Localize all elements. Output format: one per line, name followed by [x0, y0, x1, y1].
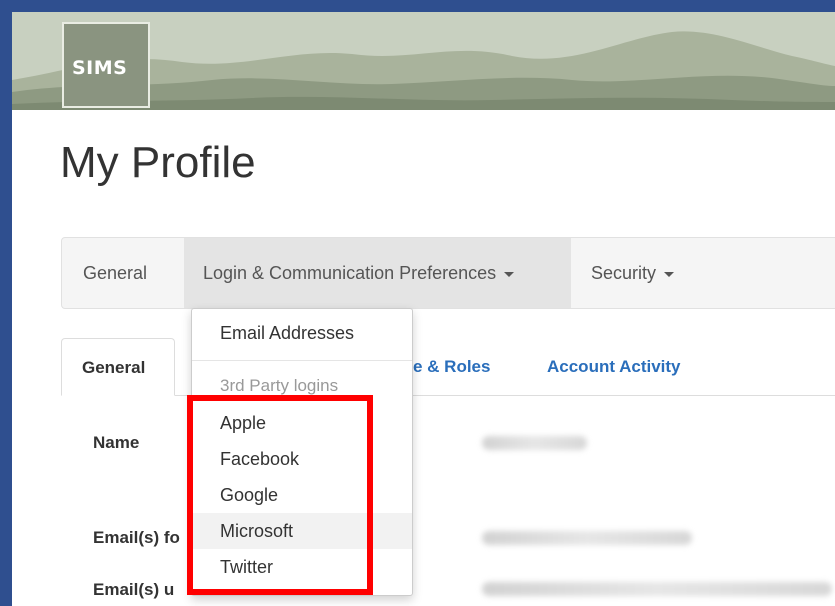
- dropdown-divider: [192, 360, 412, 361]
- email-list-value-redacted: [482, 582, 832, 596]
- login-preferences-dropdown: Email Addresses 3rd Party logins Apple F…: [191, 308, 413, 596]
- app-window: SIMS My Profile General Login & Communic…: [12, 12, 835, 606]
- nav-login-communication-preferences[interactable]: Login & Communication Preferences: [184, 238, 571, 308]
- nav-login-label: Login & Communication Preferences: [203, 238, 515, 308]
- dropdown-item-apple[interactable]: Apple: [192, 405, 412, 441]
- tab-roles[interactable]: e & Roles: [413, 357, 490, 377]
- logo-text: SIMS: [72, 57, 128, 79]
- header-banner: SIMS: [12, 12, 835, 110]
- dropdown-item-facebook[interactable]: Facebook: [192, 441, 412, 477]
- nav-security-label: Security: [591, 238, 675, 308]
- profile-navbar: General Login & Communication Preference…: [61, 237, 835, 309]
- emails-used-label: Email(s) u: [93, 580, 175, 599]
- tabs-divider: [61, 395, 835, 396]
- sims-logo[interactable]: SIMS: [62, 22, 150, 108]
- dropdown-header-3rd-party-logins: 3rd Party logins: [220, 376, 339, 395]
- caret-down-icon: [664, 271, 675, 277]
- name-value-redacted: [482, 436, 587, 450]
- dropdown-item-google[interactable]: Google: [192, 477, 412, 513]
- emails-for-label: Email(s) fo: [93, 528, 180, 547]
- email-value-redacted: [482, 531, 692, 545]
- nav-general[interactable]: General: [62, 238, 184, 308]
- tab-general[interactable]: General: [61, 338, 175, 396]
- caret-down-icon: [504, 271, 515, 277]
- dropdown-item-twitter[interactable]: Twitter: [192, 549, 412, 585]
- page-title: My Profile: [60, 138, 256, 187]
- dropdown-item-email-addresses[interactable]: Email Addresses: [192, 315, 412, 351]
- dropdown-item-microsoft[interactable]: Microsoft: [192, 513, 412, 549]
- name-label: Name: [93, 433, 140, 452]
- tab-account-activity[interactable]: Account Activity: [547, 357, 681, 377]
- nav-general-label: General: [83, 263, 148, 283]
- tab-general-label: General: [82, 358, 146, 377]
- nav-security[interactable]: Security: [571, 238, 701, 308]
